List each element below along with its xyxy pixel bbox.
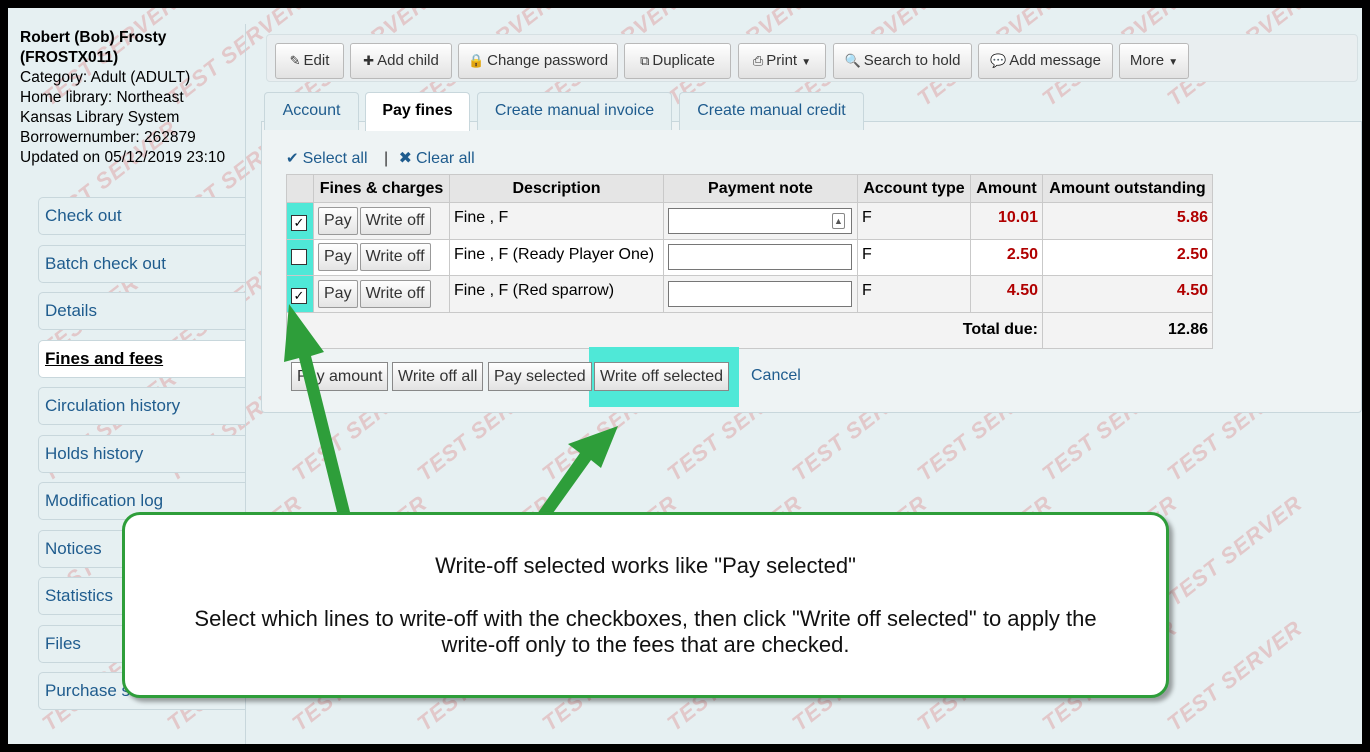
callout-title: Write-off selected works like "Pay selec… <box>435 553 856 578</box>
app-frame: TEST SERVERTEST SERVERTEST SERVERTEST SE… <box>8 8 1362 744</box>
annotation-callout: Write-off selected works like "Pay selec… <box>122 512 1169 698</box>
callout-body: Select which lines to write-off with the… <box>194 606 1097 657</box>
arrow-to-checkboxes <box>284 304 350 516</box>
arrow-to-write-off-selected <box>537 426 618 520</box>
tab-pay-fines[interactable]: Pay fines <box>365 92 470 131</box>
